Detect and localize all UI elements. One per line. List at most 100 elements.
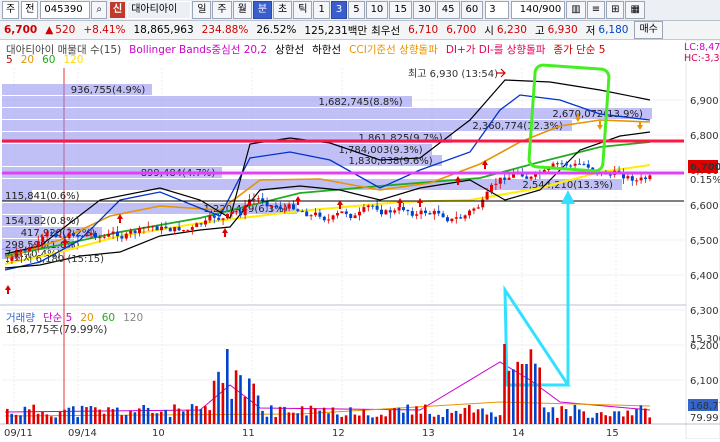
volume-bar xyxy=(151,413,154,424)
volume-bar xyxy=(419,413,423,424)
period-button-7[interactable]: 3 xyxy=(330,1,348,19)
candle-body xyxy=(278,206,282,210)
volume-bar xyxy=(344,415,348,424)
chart-type-icon[interactable]: ▥ xyxy=(566,1,586,19)
ma-legend-item-0[interactable]: 5 xyxy=(6,54,13,66)
period-button-2[interactable]: 월 xyxy=(232,1,252,19)
ma-legend-item-2[interactable]: 60 xyxy=(42,54,55,66)
candle-body xyxy=(410,211,414,216)
period-button-8[interactable]: 5 xyxy=(348,1,365,19)
count-input[interactable]: 140/900 xyxy=(511,1,566,19)
interval-select[interactable]: 3 xyxy=(485,1,510,19)
candle-body xyxy=(573,163,577,166)
volume-bar xyxy=(50,416,53,424)
candle-body xyxy=(397,207,401,211)
candle-body xyxy=(406,210,410,212)
candle-body xyxy=(388,210,392,213)
current-price: 6,700 xyxy=(4,24,38,36)
volume-bar xyxy=(371,417,374,424)
legend-item-4[interactable]: CCI기준선 상향돌파 xyxy=(349,42,438,57)
volume-bar xyxy=(538,367,541,424)
volume-bar xyxy=(428,413,431,424)
legend-item-5[interactable]: DI+가 DI-를 상향돌파 xyxy=(446,42,546,57)
volume-ratio: 234.88% xyxy=(201,24,249,36)
volume-bar xyxy=(45,414,49,424)
volume-bar xyxy=(551,407,555,424)
candle-body xyxy=(560,163,564,165)
legend-item-3[interactable]: 하한선 xyxy=(312,42,341,57)
period-button-3[interactable]: 분 xyxy=(252,1,273,19)
price-change: 520 xyxy=(55,24,76,36)
period-button-9[interactable]: 10 xyxy=(365,1,389,19)
y-tick-5: 6,400 xyxy=(690,271,719,282)
candle-body xyxy=(424,210,427,214)
period-button-6[interactable]: 1 xyxy=(313,1,330,19)
x-tick-2: 10 xyxy=(152,428,165,439)
volume-bar xyxy=(336,414,339,424)
legend-item-2[interactable]: 상한선 xyxy=(275,42,304,57)
volume-bar xyxy=(164,409,167,424)
candle-body xyxy=(472,208,476,211)
period-button-10[interactable]: 15 xyxy=(389,1,413,19)
volume-bar xyxy=(498,415,502,424)
period-type-select[interactable]: 전 xyxy=(21,1,39,19)
best-sell: 6,710 xyxy=(408,24,439,36)
volume-bar xyxy=(472,412,475,424)
volume-bar xyxy=(617,411,621,424)
candle-body xyxy=(111,231,115,234)
period-button-13[interactable]: 60 xyxy=(460,1,484,19)
candle-body xyxy=(133,230,137,233)
volume-bar xyxy=(234,370,238,424)
volume-bar xyxy=(221,382,225,424)
candle-body xyxy=(120,236,124,239)
candle-body xyxy=(221,218,225,220)
volume-bar xyxy=(529,349,533,424)
volume-bar xyxy=(23,406,27,424)
volume-bar xyxy=(507,370,511,424)
candle-body xyxy=(402,207,405,211)
y-tick-8: 6,100 xyxy=(690,376,719,387)
period-button-5[interactable]: 틱 xyxy=(293,1,313,19)
candle-body xyxy=(327,219,331,221)
volume-bar xyxy=(613,411,616,424)
x-tick-3: 11 xyxy=(242,428,255,439)
period-button-4[interactable]: 초 xyxy=(273,1,293,19)
legend-overflow: ​LC:8,47 xyxy=(684,42,720,53)
quote-bar: 6,700 ▲ 520 +8.41% 18,865,963 234.88% 26… xyxy=(0,21,720,40)
legend-item-6[interactable]: 종가 단순 5 xyxy=(553,42,605,57)
buy-button[interactable]: 매수 xyxy=(634,21,663,39)
candle-body xyxy=(155,226,159,231)
ma-legend-item-3[interactable]: 120 xyxy=(63,54,83,66)
volume-bar xyxy=(362,409,365,424)
volume-bar xyxy=(578,409,581,424)
hc-label: HC:-3,3 xyxy=(684,53,720,64)
period-button-0[interactable]: 일 xyxy=(192,1,212,19)
search-icon[interactable]: ⌕ xyxy=(91,1,108,19)
period-button-11[interactable]: 30 xyxy=(413,1,436,19)
candle-body xyxy=(217,217,221,220)
stock-chart[interactable]: 936,755(4.9%) 1,682,745(8.8%) 2,670,072(13… xyxy=(0,39,720,440)
list-icon[interactable]: ≡ xyxy=(586,1,606,19)
candle-body xyxy=(248,199,251,206)
volume-bar xyxy=(72,406,75,424)
volume-bar xyxy=(199,409,203,424)
market-select[interactable]: 주 xyxy=(2,1,20,19)
volume-bar xyxy=(190,404,194,424)
candle-body xyxy=(454,217,458,219)
legend-item-1[interactable]: Bollinger Bands중심선 20,2 xyxy=(129,42,267,57)
volume-bar xyxy=(644,408,647,424)
stock-code-input[interactable]: 045390 xyxy=(40,1,91,19)
vol-legend-item-4[interactable]: 120 xyxy=(123,312,143,324)
chart-canvas[interactable]: 936,755(4.9%) 1,682,745(8.8%) 2,670,072(13… xyxy=(0,39,720,440)
layout-icon[interactable]: ▦ xyxy=(625,1,645,19)
candle-body xyxy=(54,233,58,237)
candle-body xyxy=(32,246,36,248)
candle-body xyxy=(362,207,366,212)
volume-bar xyxy=(212,380,216,424)
ma-legend-item-1[interactable]: 20 xyxy=(21,54,34,66)
candle-body xyxy=(292,204,295,210)
period-button-12[interactable]: 45 xyxy=(436,1,460,19)
volume-bar xyxy=(239,375,242,424)
grid-icon[interactable]: ⊞ xyxy=(606,1,625,19)
period-button-1[interactable]: 주 xyxy=(212,1,232,19)
